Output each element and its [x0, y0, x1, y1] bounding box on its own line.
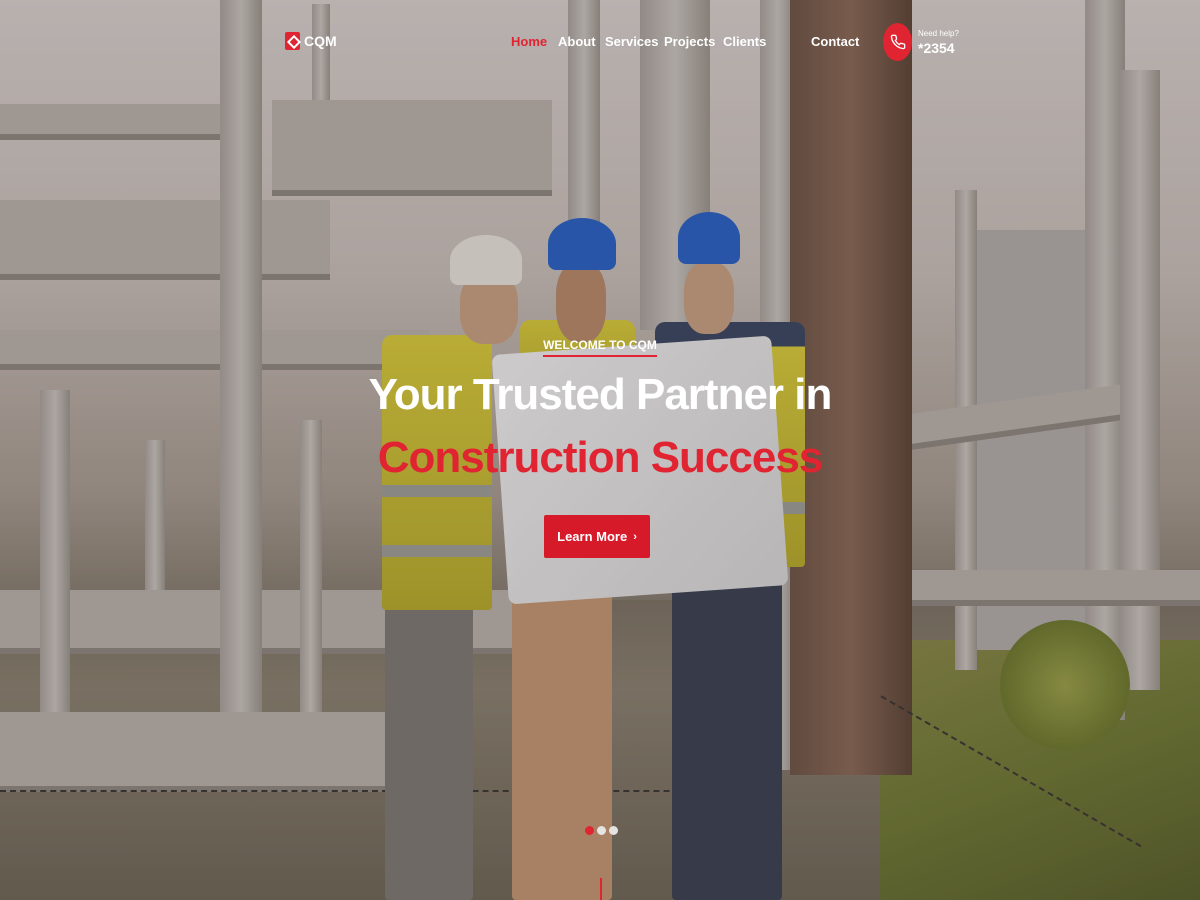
- hero-title-line1: Your Trusted Partner in: [368, 370, 833, 419]
- help-phone-number[interactable]: *2354: [918, 40, 959, 56]
- learn-more-label: Learn More: [557, 529, 628, 544]
- help-text: Need help? *2354: [918, 29, 959, 56]
- slider-dot-2[interactable]: [597, 826, 606, 835]
- chevron-right-icon: ›: [633, 530, 637, 543]
- nav-contact[interactable]: Contact: [811, 34, 859, 49]
- slider-dot-3[interactable]: [609, 826, 618, 835]
- nav-home[interactable]: Home: [511, 34, 547, 49]
- nav-about[interactable]: About: [558, 34, 596, 49]
- nav-projects[interactable]: Projects: [664, 34, 715, 49]
- help-label: Need help?: [918, 28, 959, 38]
- slider-dots: [585, 826, 618, 835]
- learn-more-button[interactable]: Learn More ›: [544, 515, 650, 558]
- hero-eyebrow: WELCOME TO CQM: [0, 334, 1200, 357]
- phone-icon[interactable]: [883, 23, 912, 61]
- help-contact[interactable]: Need help? *2354: [883, 23, 959, 61]
- main-nav: Home About Services Projects Clients Con…: [0, 34, 1200, 50]
- nav-services[interactable]: Services: [605, 34, 659, 49]
- slider-dot-1[interactable]: [585, 826, 594, 835]
- hero-eyebrow-text: WELCOME TO CQM: [543, 338, 657, 357]
- hero-title-line2: Construction Success: [377, 433, 824, 482]
- scroll-indicator: [600, 878, 602, 900]
- nav-clients[interactable]: Clients: [723, 34, 766, 49]
